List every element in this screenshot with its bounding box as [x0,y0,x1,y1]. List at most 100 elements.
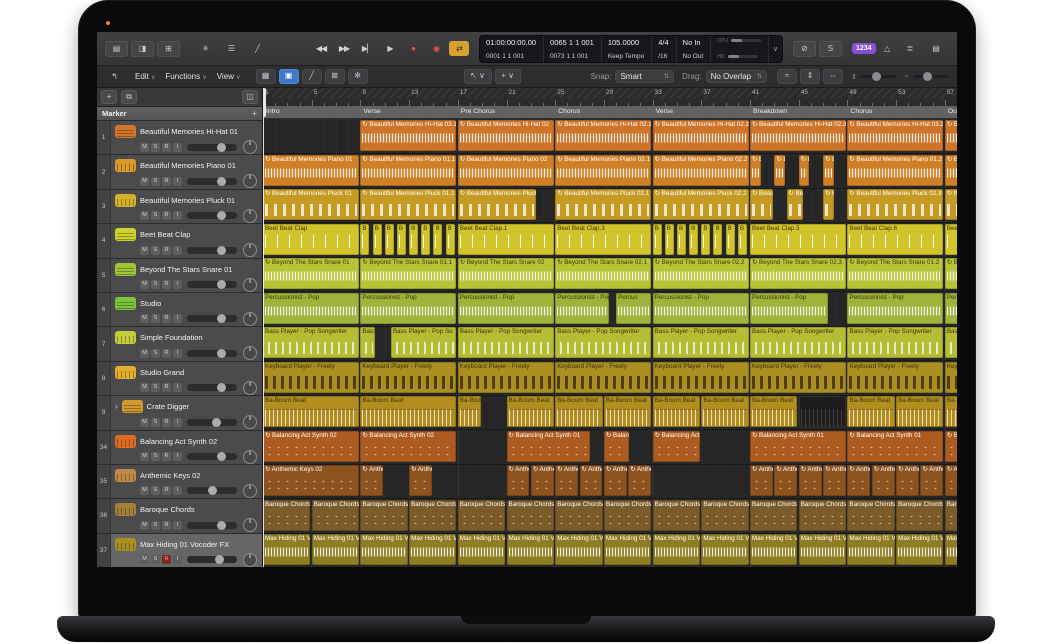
region[interactable]: ↻ Anthe [360,465,383,496]
region[interactable]: B [738,224,747,255]
region[interactable]: Bass Player - Pop Songwriter [263,327,359,358]
track-r-button[interactable]: R [162,314,171,323]
region[interactable]: Beet Beat Clap.5 [750,224,846,255]
tuner-button[interactable]: ⊘ [793,41,816,57]
region[interactable]: ↻ Beautiful Memories Hi-Hat 03.1 [360,120,456,151]
track-m-button[interactable]: M [140,486,149,495]
track-header-row[interactable]: 4Beet Beat ClapMSRI [97,224,262,258]
region[interactable]: ↻ Anthe [823,465,846,496]
region[interactable]: B [360,224,369,255]
track-m-button[interactable]: M [140,143,149,152]
region[interactable]: Max Hiding 01 V [360,534,407,565]
arrangement-marker[interactable]: Verse [360,106,459,118]
region[interactable]: ↻ Anthe [945,465,957,496]
region[interactable]: ↻ Anthe [507,465,530,496]
region[interactable]: ↻ Anthe [409,465,432,496]
track-volume-fader[interactable] [187,350,237,357]
region[interactable]: Ba-Boom Beat [360,396,456,427]
track-s-button[interactable]: S [151,349,160,358]
region[interactable]: ↻ Be [774,155,785,186]
region[interactable]: ↻ Balancing Act Synth 01 [507,431,591,462]
region[interactable]: Ba-Boom Beat [507,396,554,427]
track-m-button[interactable]: M [140,211,149,220]
region[interactable]: Baroque Chords [799,500,846,531]
region[interactable]: ↻ Beyond The Stars Snare 02 [458,258,554,289]
region[interactable]: Baroque Chords [507,500,554,531]
region[interactable]: ↻ Balanc [945,431,957,462]
track-pan-knob[interactable] [243,450,257,464]
track-m-button[interactable]: M [140,452,149,461]
region[interactable]: Baroque [945,500,957,531]
region[interactable]: ↻ Anthe [920,465,943,496]
track-header-row[interactable]: 34Balancing Act Synth 02MSRI [97,431,262,465]
region[interactable]: B [409,224,418,255]
track-pan-knob[interactable] [243,174,257,188]
region[interactable]: Max Hiding 01 V [312,534,359,565]
track-r-button[interactable]: R [162,280,171,289]
region[interactable]: Max Hiding 01 V [263,534,310,565]
region[interactable]: Percussionist - Pop [263,293,359,324]
region[interactable]: Baroque Chords [263,500,310,531]
region[interactable]: B [446,224,455,255]
region[interactable]: Ba-Boom Beat [555,396,602,427]
track-i-button[interactable]: I [173,246,182,255]
playhead-handle[interactable] [263,88,266,117]
region[interactable]: Bass Player - Pop Songwriter [750,327,846,358]
region[interactable]: ↻ Beyond The Stars Snare 01.1 [360,258,456,289]
region[interactable]: ↻ Beautiful Me [945,120,957,151]
track-pan-knob[interactable] [243,312,257,326]
track-volume-fader[interactable] [187,487,237,494]
region[interactable]: Max Hiding 01 V [799,534,846,565]
region[interactable]: Max Hid [945,534,957,565]
track-header-config-button[interactable]: ◫ [242,90,258,104]
region[interactable]: ↻ Beautiful Memories Hi-Hat 03.2 [847,120,943,151]
track-pan-knob[interactable] [243,415,257,429]
region[interactable]: ↻ Beautiful Me [945,189,957,220]
region[interactable]: ↻ Balancing Act [653,431,700,462]
region[interactable]: Percus [616,293,651,324]
region[interactable]: Beet Beat Clap.6 [847,224,943,255]
command-tool-menu[interactable]: + ∨ [495,69,521,84]
track-r-button[interactable]: R [162,143,171,152]
region[interactable]: Max Hiding 01 V [750,534,797,565]
region[interactable]: ↻ Beyond The Stars Snare 02.3 [750,258,846,289]
track-volume-fader[interactable] [187,212,237,219]
track-i-button[interactable]: I [173,211,182,220]
track-volume-fader[interactable] [187,453,237,460]
region[interactable]: ↻ Beautiful Memories Pluck 02 [458,189,536,220]
arrangement-marker[interactable]: Breakdown [750,106,849,118]
marker-global-track[interactable]: Marker + [97,107,262,121]
region[interactable]: Ba-Boom Beat [750,396,797,427]
track-header-row[interactable]: 1Beautiful Memories Hi-Hat 01MSRI [97,121,262,155]
track-header-row[interactable]: 2Beautiful Memories Piano 01MSRI [97,155,262,189]
region[interactable]: ↻ Bea [787,189,804,220]
library-button[interactable]: ▤ [105,41,128,57]
region[interactable]: ↻ Be [823,155,834,186]
arrangement-marker-lane[interactable]: IntroVersePre ChorusChorusVerseBreakdown… [263,106,957,119]
region[interactable]: ↻ Beautiful Memories Hi-Hat 02 [458,120,554,151]
region[interactable]: Max Hiding 01 V [653,534,700,565]
add-marker-icon[interactable]: + [252,109,257,118]
region[interactable]: Bass Player - Pop Songwriter [653,327,749,358]
region[interactable]: ↻ Be [799,155,810,186]
track-m-button[interactable]: M [140,280,149,289]
region[interactable]: ↻ Beautiful Memories Hi-Hat 02.1 [555,120,651,151]
lcd-display[interactable]: 01:00:00:00.000001 1 1 0010065 1 1 00100… [479,35,783,63]
region[interactable]: ↻ Beautiful Memories Pluck 01 [263,189,359,220]
track-volume-fader[interactable] [187,384,237,391]
region[interactable]: ↻ Anthe [799,465,822,496]
track-s-button[interactable]: S [151,143,160,152]
region[interactable]: Baroque Chords [555,500,602,531]
region[interactable]: Bass Player - Pop So [391,327,457,358]
metronome-button[interactable]: △ [876,41,899,57]
track-r-button[interactable]: R [162,246,171,255]
track-i-button[interactable]: I [173,418,182,427]
track-i-button[interactable]: I [173,555,182,564]
track-volume-fader[interactable] [187,419,237,426]
track-s-button[interactable]: S [151,521,160,530]
region[interactable]: ↻ B [823,189,834,220]
region[interactable]: ↻ Beautiful Memories Hi-Hat 02.2 [653,120,749,151]
region[interactable]: Baroque Chords [458,500,505,531]
region[interactable]: B [373,224,382,255]
region[interactable]: Percussionist - Pop [458,293,554,324]
